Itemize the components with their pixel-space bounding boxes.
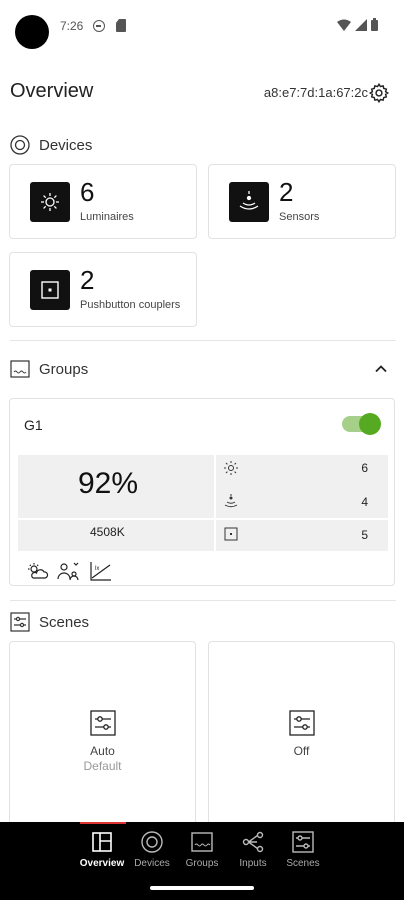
nav-groups[interactable]: Groups	[177, 830, 227, 869]
nav-scenes[interactable]: Scenes	[278, 830, 328, 869]
devices-section-header: Devices	[10, 133, 92, 157]
groups-icon	[191, 832, 213, 852]
devices-icon	[141, 831, 163, 853]
group-toggle[interactable]	[342, 413, 381, 435]
stats-divider	[214, 455, 216, 551]
scene-name: Auto	[90, 744, 115, 758]
nav-label: Overview	[79, 858, 125, 869]
divider	[10, 340, 396, 341]
do-not-disturb-icon	[93, 20, 105, 32]
signal-icon	[355, 18, 367, 31]
wifi-icon	[337, 19, 351, 31]
scene-icon	[289, 710, 315, 736]
scene-subtitle: Default	[83, 759, 122, 773]
group-feature-icons: lx	[25, 561, 113, 581]
scenes-section-header: Scenes	[10, 610, 89, 634]
sim-card-icon	[116, 19, 126, 32]
pushbutton-icon	[30, 270, 70, 310]
overview-icon	[92, 832, 112, 852]
light-level-icon: lx	[90, 562, 111, 581]
scene-icon	[90, 710, 116, 736]
group-stats: 92% 4508K 6 4 5	[18, 455, 388, 551]
luminaires-count: 6	[80, 177, 95, 207]
stats-divider	[18, 518, 388, 520]
luminaires-label: Luminaires	[80, 211, 134, 223]
group-pushbuttons-count: 5	[361, 528, 368, 542]
group-card-g1[interactable]: G1 92% 4508K 6 4 5 lx	[9, 398, 395, 586]
nav-label: Scenes	[286, 858, 320, 869]
occupancy-icon	[57, 562, 79, 581]
scenes-icon	[10, 612, 30, 632]
devices-section-title: Devices	[39, 136, 93, 154]
groups-icon	[10, 360, 30, 378]
chevron-up-icon[interactable]	[374, 362, 388, 376]
scene-card-off[interactable]: Off	[208, 641, 395, 826]
active-tab-indicator	[80, 822, 126, 824]
groups-section-header[interactable]: Groups	[10, 357, 88, 381]
scenes-icon	[292, 831, 314, 853]
device-id: a8:e7:7d:1a:67:2c	[263, 85, 368, 100]
group-level: 92%	[78, 467, 139, 500]
groups-section-title: Groups	[39, 360, 89, 378]
sensor-icon	[229, 182, 269, 222]
gear-icon[interactable]	[368, 82, 390, 104]
group-name: G1	[24, 417, 43, 433]
sun-icon	[30, 182, 70, 222]
page-title: Overview	[10, 80, 94, 102]
group-cct: 4508K	[90, 525, 125, 539]
divider	[10, 600, 396, 601]
luminaires-card[interactable]: 6 Luminaires	[9, 164, 197, 239]
nav-inputs[interactable]: Inputs	[228, 830, 278, 869]
sensors-label: Sensors	[279, 211, 320, 223]
inputs-icon	[242, 831, 264, 853]
camera-cutout	[15, 15, 49, 49]
devices-icon	[10, 135, 30, 155]
scene-name: Off	[293, 744, 310, 758]
status-time: 7:26	[60, 19, 84, 33]
group-luminaires-count: 6	[361, 461, 368, 475]
pushbutton-couplers-card[interactable]: 2 Pushbutton couplers	[9, 252, 197, 327]
home-indicator[interactable]	[150, 886, 254, 890]
status-bar: 7:26	[0, 0, 404, 60]
group-sensors-count: 4	[361, 495, 368, 509]
sensors-card[interactable]: 2 Sensors	[208, 164, 396, 239]
nav-label: Inputs	[239, 858, 267, 869]
pushbutton-icon	[224, 527, 238, 541]
sun-icon	[224, 461, 238, 475]
toggle-knob	[359, 413, 381, 435]
scenes-section-title: Scenes	[39, 613, 90, 631]
svg-text:lx: lx	[95, 566, 99, 572]
pushbutton-couplers-count: 2	[80, 265, 95, 295]
nav-label: Groups	[185, 858, 219, 869]
nav-overview[interactable]: Overview	[77, 830, 127, 869]
nav-devices[interactable]: Devices	[127, 830, 177, 869]
status-icons	[337, 18, 378, 31]
nav-label: Devices	[134, 858, 170, 869]
sensor-icon	[224, 494, 238, 508]
battery-icon	[371, 18, 378, 31]
scene-card-auto[interactable]: Auto Default	[9, 641, 196, 826]
daylight-icon	[28, 563, 49, 579]
pushbutton-couplers-label: Pushbutton couplers	[80, 299, 181, 311]
sensors-count: 2	[279, 177, 294, 207]
